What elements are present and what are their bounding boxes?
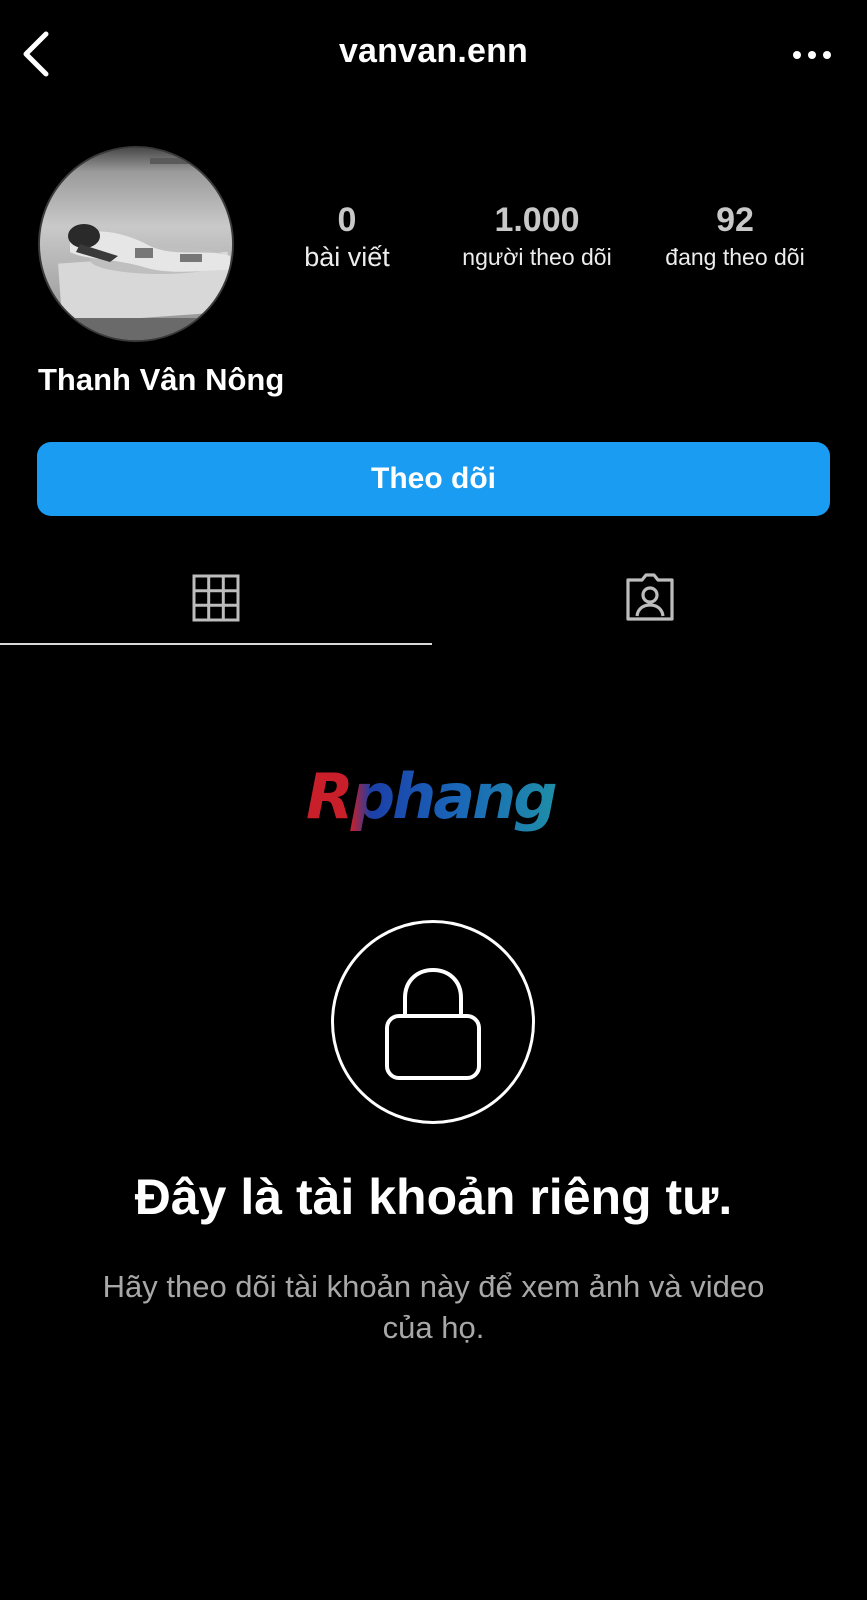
follow-button[interactable]: Theo dõi [37,442,830,516]
svg-text:Rphang: Rphang [306,760,556,833]
private-account-title: Đây là tài khoản riêng tư. [134,1169,733,1225]
profile-avatar[interactable] [38,146,234,342]
avatar-photo [40,148,232,340]
lock-icon [385,967,481,1080]
following-count[interactable]: 92 đang theo dõi [640,200,830,274]
tab-posts-grid[interactable] [0,560,432,646]
watermark-logo: Rphang [300,760,570,840]
tab-tagged[interactable] [432,560,867,646]
grid-icon [192,574,240,622]
more-horizontal-icon [793,51,831,59]
profile-username: vanvan.enn [338,32,529,70]
private-lock-badge [331,920,535,1124]
followers-count[interactable]: 1.000 người theo dõi [442,200,632,274]
profile-stats: 0 bài viết 1.000 người theo dõi 92 đang … [262,200,842,290]
profile-display-name: Thanh Vân Nông [38,362,285,397]
followers-count-value: 1.000 [494,201,580,239]
profile-page: vanvan.enn 0 bài viết 1.000 người theo d… [0,0,867,1600]
active-tab-indicator [0,643,432,645]
rphang-logo: Rphang [306,760,559,833]
posts-count[interactable]: 0 bài viết [262,200,432,274]
following-count-label: đang theo dõi [665,244,805,270]
followers-count-label: người theo dõi [462,244,612,270]
top-bar: vanvan.enn [0,0,867,110]
tagged-person-icon [625,573,674,621]
posts-count-label: bài viết [304,242,390,272]
private-account-description: Hãy theo dõi tài khoản này để xem ảnh và… [102,1269,765,1345]
posts-count-value: 0 [337,201,357,239]
following-count-value: 92 [716,201,754,239]
more-options-button[interactable] [787,40,837,70]
